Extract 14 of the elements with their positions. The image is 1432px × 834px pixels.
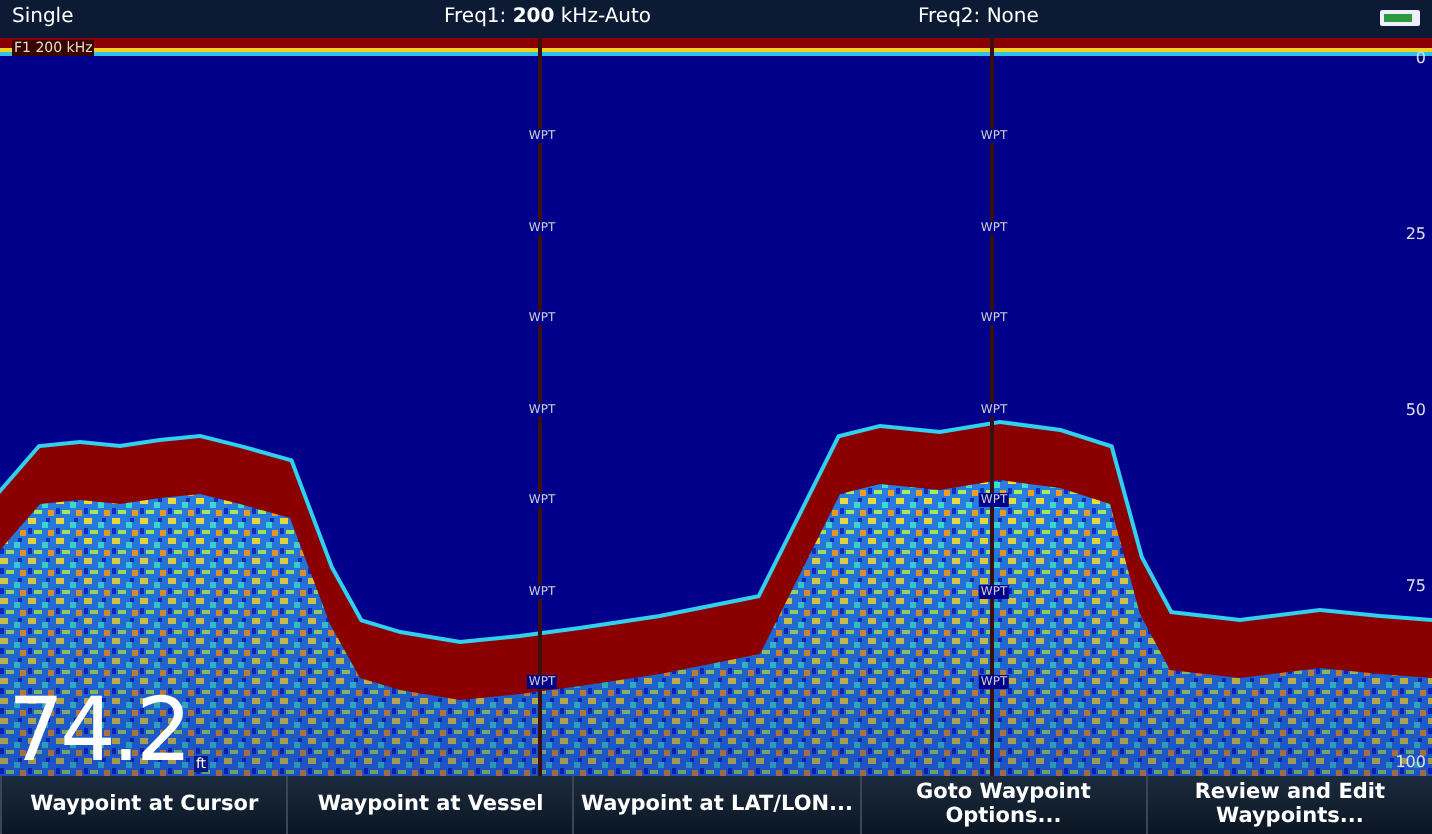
frequency-label: Freq2: None bbox=[918, 6, 1039, 28]
softkey-button[interactable]: Waypoint at LAT/LON... bbox=[572, 776, 860, 834]
softkey-button[interactable]: Review and Edit Waypoints... bbox=[1145, 776, 1432, 834]
battery-icon bbox=[1380, 10, 1420, 26]
depth-scale-label: 25 bbox=[1405, 225, 1426, 243]
depth-scale-label: 50 bbox=[1405, 401, 1426, 419]
mode-label: Single bbox=[12, 6, 74, 28]
depth-scale-label: 75 bbox=[1405, 577, 1426, 595]
softkey-button[interactable]: Waypoint at Vessel bbox=[286, 776, 573, 834]
softkey-button[interactable]: Waypoint at Cursor bbox=[0, 776, 287, 834]
depth-readout: 74.2 bbox=[8, 688, 188, 776]
depth-scale-label: 100 bbox=[1395, 753, 1426, 771]
softkey-button[interactable]: Goto Waypoint Options... bbox=[859, 776, 1146, 834]
frequency-label: Freq1: 200 kHz-Auto bbox=[444, 6, 652, 28]
